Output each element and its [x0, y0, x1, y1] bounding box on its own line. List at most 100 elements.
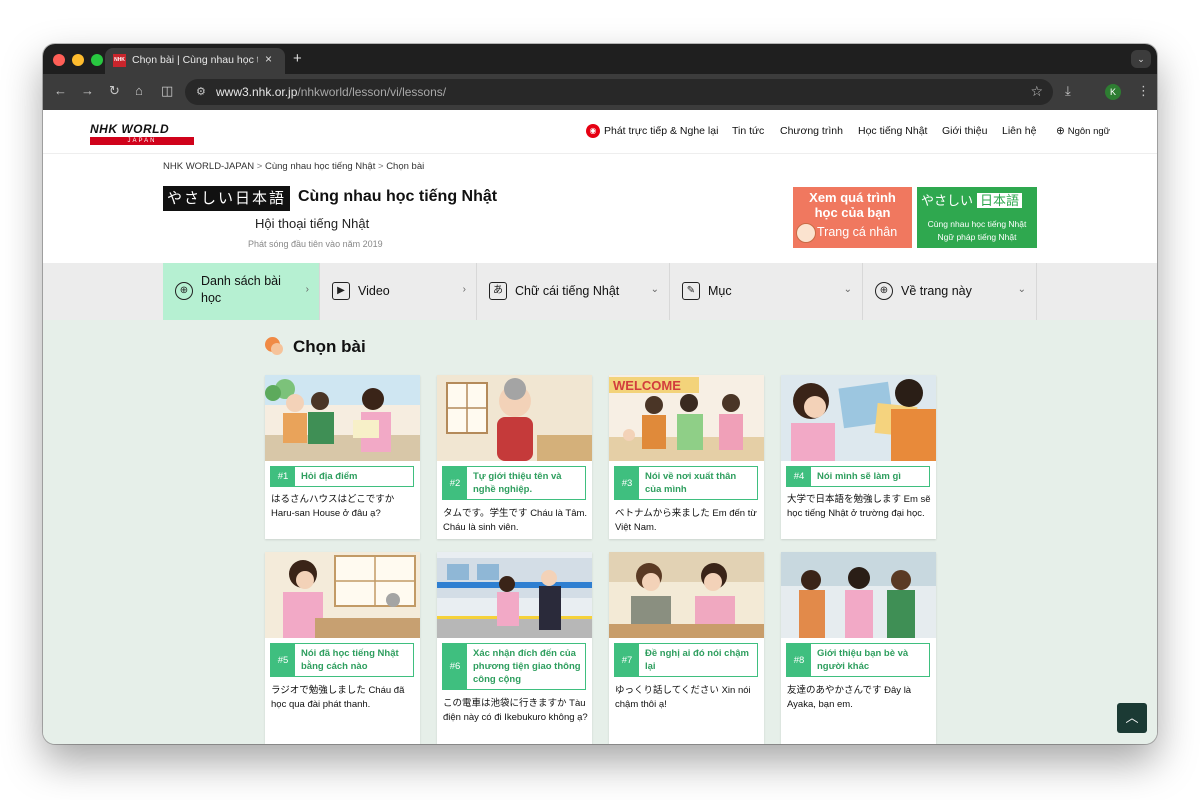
hiragana-icon: あ: [489, 282, 507, 300]
lesson-phrase: はるさんハウスはどこですか Haru-san House ở đâu ạ?: [271, 494, 395, 519]
lesson-topic: Nói đã học tiếng Nhật bằng cách nào: [301, 648, 399, 672]
bookmark-star-icon[interactable]: ☆: [1030, 83, 1043, 100]
web-page: NHK WORLD JAPAN ◉ Phát trực tiếp & Nghe …: [43, 110, 1157, 744]
lesson-topic: Xác nhận đích đến của phương tiện giao t…: [473, 648, 581, 685]
profile-avatar[interactable]: K: [1105, 84, 1121, 100]
chevron-right-icon: ›: [462, 284, 466, 295]
nav-live[interactable]: Phát trực tiếp & Nghe lại: [604, 125, 718, 137]
nav-learn-japanese[interactable]: Học tiếng Nhật: [858, 125, 927, 137]
lesson-label: #8 Giới thiệu bạn bè và người khác: [786, 643, 930, 677]
tab-title: Chọn bài | Cùng nhau học tiếng Nhật: [132, 54, 258, 66]
breadcrumb-separator-icon: >: [256, 161, 265, 172]
logo-text: NHK WORLD: [90, 122, 170, 136]
lesson-phrase: タムです。学生です Cháu là Tâm. Cháu là sinh viên…: [443, 508, 588, 533]
reading-mode-icon[interactable]: ◫: [161, 83, 173, 99]
tab-contents[interactable]: ✎ Mục ⌄: [670, 263, 863, 320]
program-header: NHK WORLD-JAPAN > Cùng nhau học tiếng Nh…: [43, 154, 1157, 263]
breadcrumb: NHK WORLD-JAPAN > Cùng nhau học tiếng Nh…: [163, 161, 424, 172]
tab-lesson-list-line-1: Danh sách bài: [201, 274, 281, 288]
lesson-card-4[interactable]: #4 Nói mình sẽ làm gì 大学で日本語を勉強します Em sẽ…: [781, 375, 936, 539]
lesson-number: #7: [615, 644, 639, 676]
lesson-phrase: ゆっくり話してください Xin nói chậm thôi ạ!: [615, 685, 751, 710]
tab-lesson-list[interactable]: ⊕ Danh sách bài học ›: [163, 263, 320, 320]
lesson-list-icon: ⊕: [175, 282, 193, 300]
breadcrumb-current: Chọn bài: [386, 161, 425, 172]
nav-about[interactable]: Giới thiệu: [942, 125, 987, 137]
lesson-topic: Đề nghị ai đó nói chậm lại: [645, 648, 749, 672]
program-title[interactable]: Cùng nhau học tiếng Nhật: [298, 188, 497, 206]
close-tab-icon[interactable]: ×: [265, 52, 272, 66]
easy-kanji: 日本語: [977, 193, 1023, 208]
tab-about-page[interactable]: ⊕ Về trang này ⌄: [863, 263, 1037, 320]
url-path: /nhkworld/lesson/vi/lessons/: [297, 85, 447, 99]
lesson-topic: Nói về nơi xuất thân của mình: [645, 471, 737, 495]
lesson-card-1[interactable]: #1 Hỏi địa điểm はるさんハウスはどこですか Haru-san H…: [265, 375, 420, 539]
nhk-favicon-icon: NHK: [113, 54, 126, 67]
video-icon: ▶: [332, 282, 350, 300]
nhk-world-logo[interactable]: NHK WORLD JAPAN: [90, 122, 194, 145]
close-window-button[interactable]: [53, 54, 65, 66]
lesson-illustration: WELCOME: [609, 375, 764, 461]
lesson-card-7[interactable]: #7 Đề nghị ai đó nói chậm lại ゆっくり話してくださ…: [609, 552, 764, 744]
lesson-phrase: この電車は池袋に行きますか Tàu điện này có đi Ikebuku…: [443, 698, 588, 723]
yasashii-nihongo-badge[interactable]: やさしい日本語: [163, 186, 290, 211]
lesson-card-3[interactable]: WELCOME #3 Nói về nơi xuất thân của mình…: [609, 375, 764, 539]
back-to-top-button[interactable]: ︿: [1117, 703, 1147, 733]
nav-programs[interactable]: Chương trình: [780, 125, 843, 137]
tab-japanese-alphabet-label: Chữ cái tiếng Nhật: [515, 284, 620, 298]
breadcrumb-home[interactable]: NHK WORLD-JAPAN: [163, 161, 254, 172]
download-icon[interactable]: ⤓: [1065, 83, 1071, 99]
section-dot-icon: [265, 337, 283, 355]
lesson-illustration: [265, 375, 420, 461]
tab-video[interactable]: ▶ Video ›: [320, 263, 477, 320]
reload-icon[interactable]: ↻: [109, 83, 120, 99]
home-icon[interactable]: ⌂: [135, 83, 143, 98]
welcome-sign-text: WELCOME: [613, 378, 681, 393]
lesson-label: #1 Hỏi địa điểm: [270, 466, 414, 487]
back-arrow-icon[interactable]: ←: [54, 83, 67, 98]
lesson-number: #6: [443, 644, 467, 689]
lesson-card-2[interactable]: #2 Tự giới thiệu tên và nghề nghiệp. タムで…: [437, 375, 592, 539]
maximize-window-button[interactable]: [91, 54, 103, 66]
site-settings-icon[interactable]: ⚙: [196, 85, 206, 98]
tab-search-button[interactable]: ⌄: [1131, 50, 1151, 68]
first-aired-text: Phát sóng đầu tiên vào năm 2019: [248, 239, 383, 249]
lesson-number: #1: [271, 467, 295, 486]
progress-line-1: Xem quá trình: [809, 190, 896, 205]
nav-contact[interactable]: Liên hệ: [1002, 125, 1036, 137]
progress-banner[interactable]: Xem quá trình học của bạn Trang cá nhân: [793, 187, 912, 248]
nav-news[interactable]: Tin tức: [732, 125, 764, 137]
lesson-phrase: ラジオで勉強しました Cháu đã học qua đài phát than…: [271, 685, 405, 710]
tab-bar: NHK Chọn bài | Cùng nhau học tiếng Nhật …: [43, 44, 1157, 74]
breadcrumb-program[interactable]: Cùng nhau học tiếng Nhật: [265, 161, 375, 172]
url-host: www3.nhk.or.jp: [216, 85, 298, 99]
lesson-label: #7 Đề nghị ai đó nói chậm lại: [614, 643, 758, 677]
tab-lesson-list-label: Danh sách bài học: [201, 273, 281, 307]
lesson-card-6[interactable]: #6 Xác nhận đích đến của phương tiện gia…: [437, 552, 592, 744]
lesson-number: #8: [787, 644, 811, 676]
new-tab-icon[interactable]: +: [293, 50, 302, 67]
lesson-card-5[interactable]: #5 Nói đã học tiếng Nhật bằng cách nào ラ…: [265, 552, 420, 744]
section-tabs: ⊕ Danh sách bài học › ▶ Video › あ Chữ cái…: [43, 263, 1157, 320]
language-selector[interactable]: ⊕ Ngôn ngữ: [1056, 125, 1110, 137]
tab-video-label: Video: [358, 284, 390, 298]
lesson-number: #4: [787, 467, 811, 486]
easy-japanese-line-1: Cùng nhau học tiếng Nhật: [927, 219, 1027, 229]
lesson-phrase: 大学で日本語を勉強します Em sẽ học tiếng Nhật ở trườ…: [787, 494, 931, 519]
progress-line-2: học của bạn: [814, 205, 891, 220]
url-text[interactable]: www3.nhk.or.jp/nhkworld/lesson/vi/lesson…: [216, 85, 446, 99]
browser-tab[interactable]: NHK Chọn bài | Cùng nhau học tiếng Nhật …: [105, 48, 285, 74]
lesson-number: #2: [443, 467, 467, 499]
forward-arrow-icon[interactable]: →: [81, 83, 94, 98]
lesson-phrase: 友達のあやかさんです Đây là Ayaka, bạn em.: [787, 685, 912, 710]
kebab-menu-icon[interactable]: ⋮: [1137, 83, 1150, 99]
tab-about-page-label: Về trang này: [901, 284, 972, 298]
easy-japanese-logo: やさしい 日本語: [921, 191, 1033, 211]
lesson-illustration: [609, 552, 764, 638]
easy-japanese-banner[interactable]: やさしい 日本語 Cùng nhau học tiếng Nhật Ngữ phá…: [917, 187, 1037, 248]
lesson-card-8[interactable]: #8 Giới thiệu bạn bè và người khác 友達のあや…: [781, 552, 936, 744]
minimize-window-button[interactable]: [72, 54, 84, 66]
address-bar[interactable]: ⚙ www3.nhk.or.jp/nhkworld/lesson/vi/less…: [185, 79, 1053, 105]
browser-window: NHK Chọn bài | Cùng nhau học tiếng Nhật …: [43, 44, 1157, 744]
tab-japanese-alphabet[interactable]: あ Chữ cái tiếng Nhật ⌄: [477, 263, 670, 320]
